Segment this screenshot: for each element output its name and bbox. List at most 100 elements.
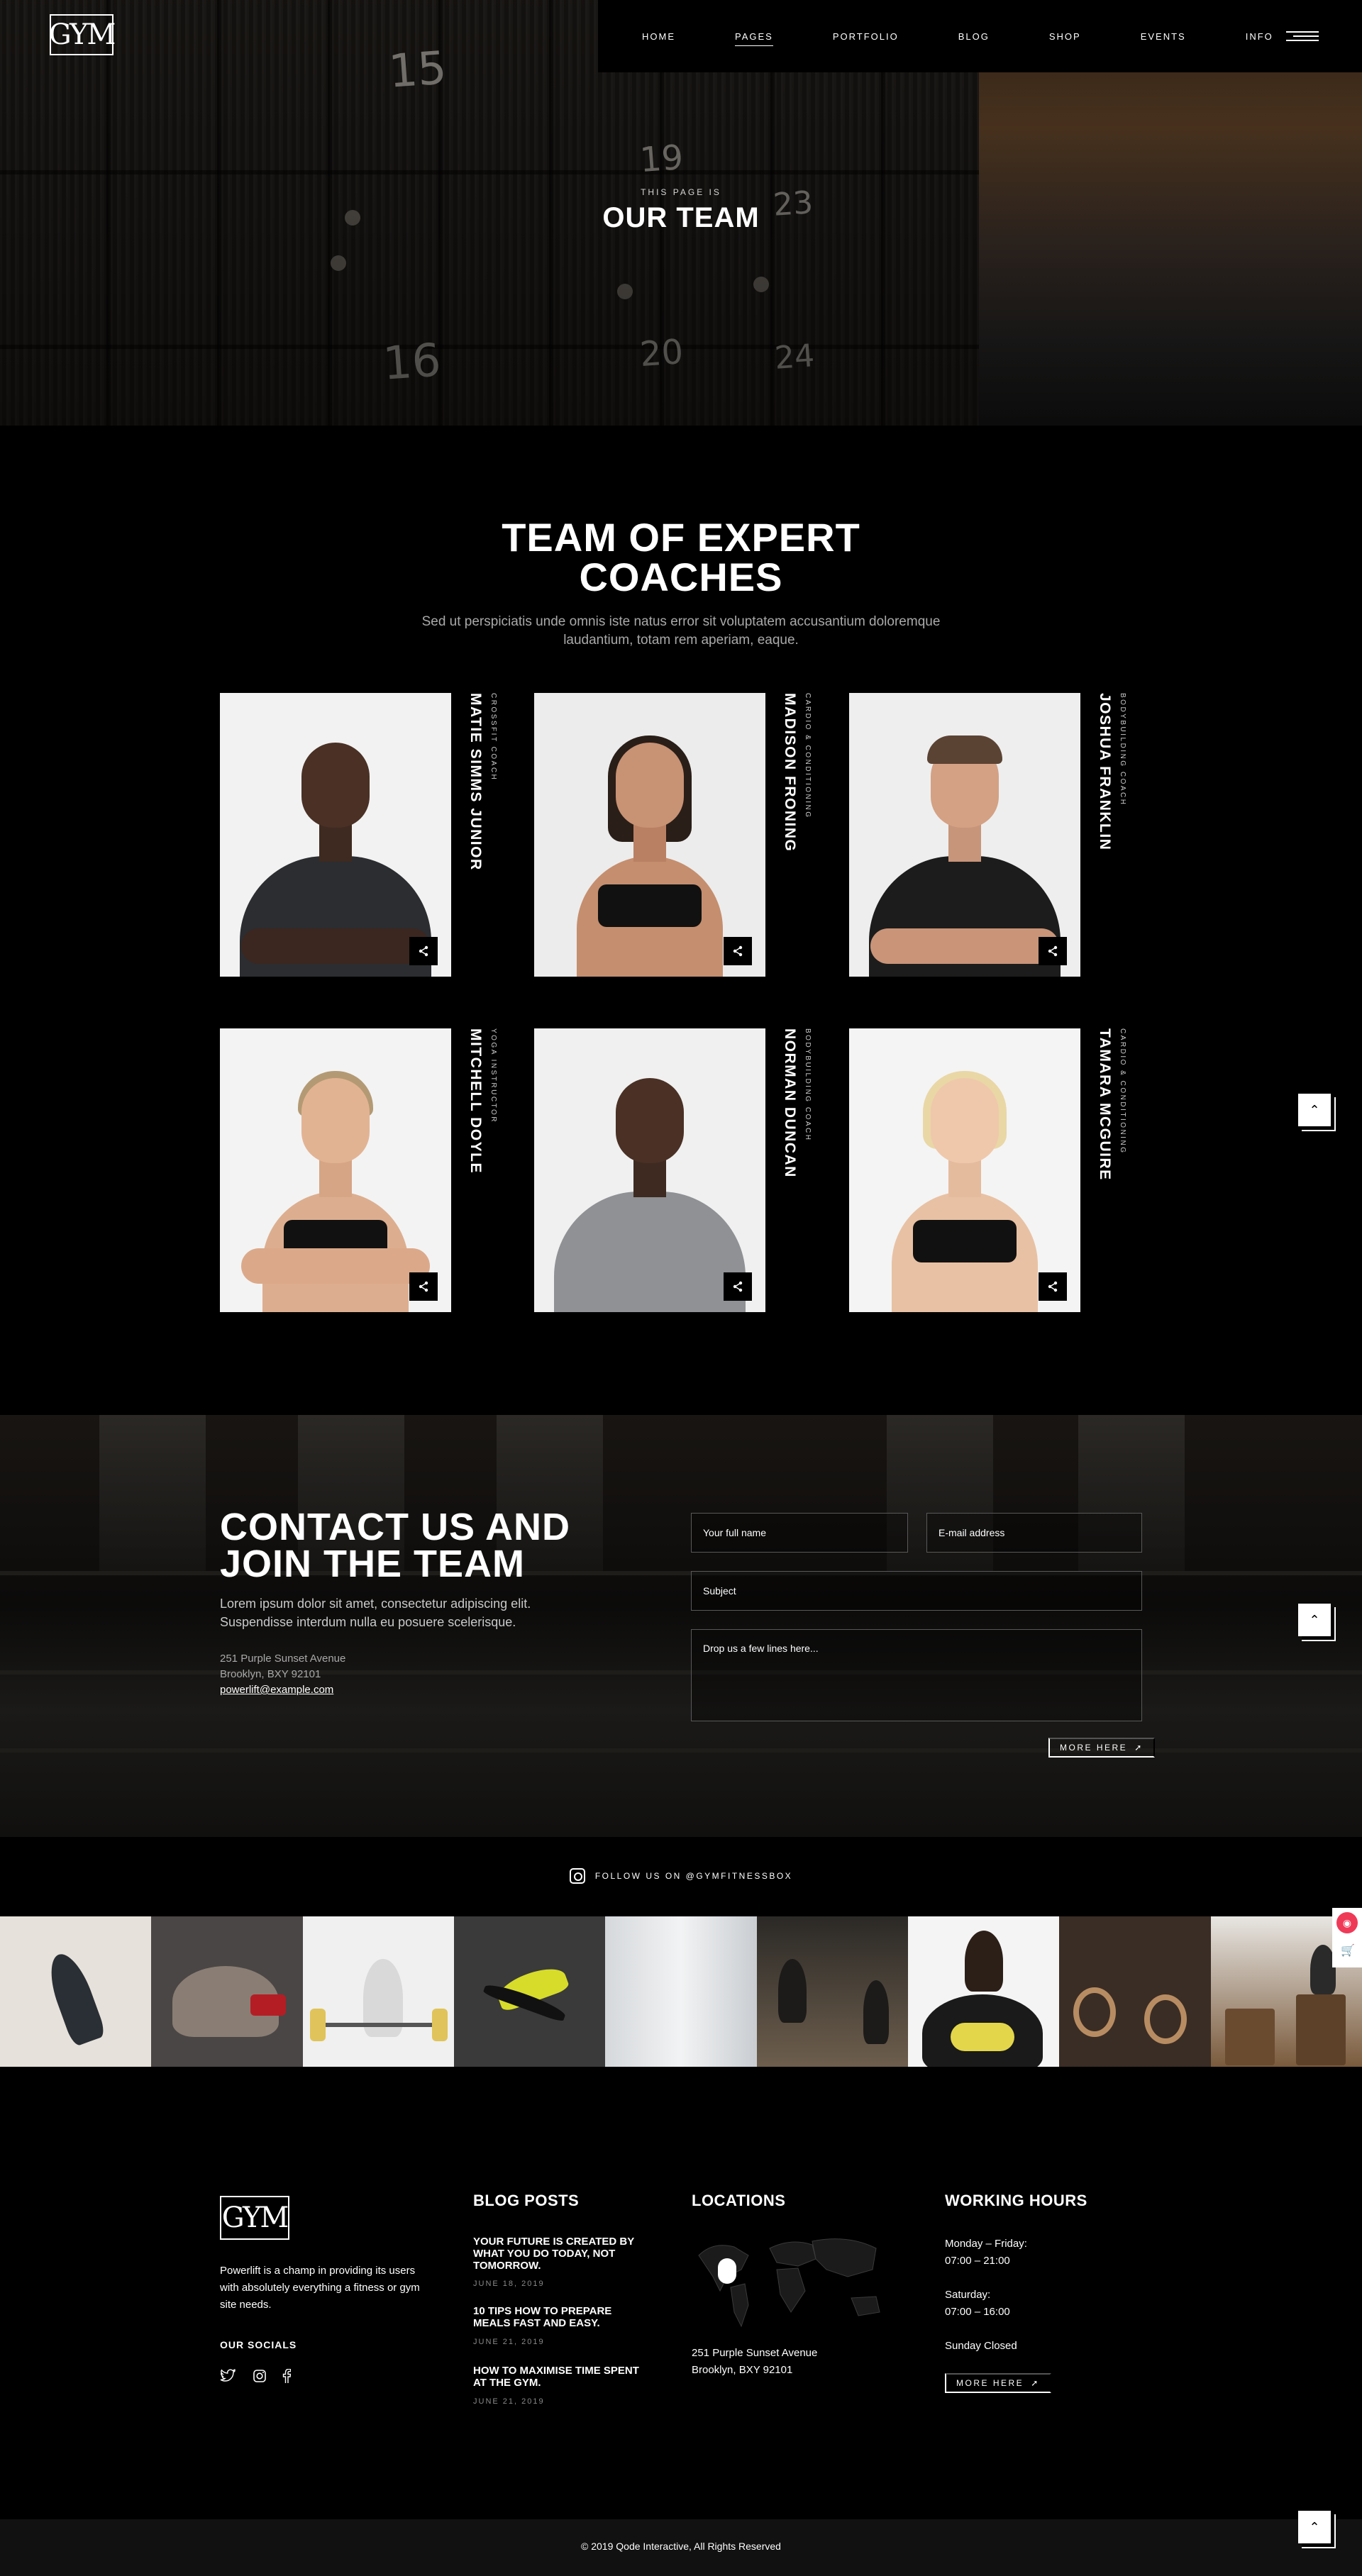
team-card[interactable]: MATIE SIMMS JUNIOR CROSSFIT COACH xyxy=(220,693,504,977)
menu-icon[interactable] xyxy=(1285,31,1319,41)
team-member-role: CROSSFIT COACH xyxy=(489,693,497,782)
nav-pages[interactable]: PAGES xyxy=(705,31,803,46)
contact-section xyxy=(0,1415,1362,1837)
subject-input[interactable] xyxy=(691,1571,1142,1611)
team-member-name[interactable]: MADISON FRONING xyxy=(781,693,798,852)
blog-post-date: JUNE 21, 2019 xyxy=(473,2397,545,2406)
team-member-role: YOGA INSTRUCTOR xyxy=(489,1028,497,1123)
team-card[interactable]: JOSHUA FRANKLIN BODYBUILDING COACH xyxy=(849,693,1133,977)
submit-button[interactable]: MORE HERE ➚ xyxy=(1048,1738,1155,1758)
figure xyxy=(616,1078,684,1163)
contact-text: Lorem ipsum dolor sit amet, consectetur … xyxy=(220,1597,531,1629)
figure xyxy=(964,1931,1003,1992)
arrow-up-icon: ⌃ xyxy=(1309,1612,1320,1627)
page-title: OUR TEAM xyxy=(602,202,760,233)
figure xyxy=(311,2023,446,2027)
figure xyxy=(598,884,702,927)
share-button[interactable] xyxy=(724,1272,752,1301)
instagram-photo[interactable] xyxy=(453,1916,606,2067)
contact-overlay xyxy=(0,1415,1362,1837)
contact-email-link[interactable]: powerlift@example.com xyxy=(220,1684,333,1696)
twitter-icon[interactable] xyxy=(220,2368,236,2387)
blog-post-link[interactable]: 10 TIPS HOW TO PREPARE MEALS FAST AND EA… xyxy=(473,2305,650,2329)
figure xyxy=(250,1994,287,2016)
instagram-photo[interactable] xyxy=(756,1916,908,2067)
share-button[interactable] xyxy=(1039,937,1067,965)
site-logo[interactable]: GYM xyxy=(49,14,116,55)
nav-blog[interactable]: BLOG xyxy=(929,31,1019,42)
hours-sunday: Sunday Closed xyxy=(945,2340,1017,2352)
message-textarea[interactable] xyxy=(691,1629,1142,1721)
team-card[interactable]: MADISON FRONING CARDIO & CONDITIONING xyxy=(534,693,818,977)
instagram-icon[interactable] xyxy=(253,2369,267,2387)
contact-title-line1: CONTACT US AND xyxy=(220,1506,570,1548)
nav-home[interactable]: HOME xyxy=(598,31,705,42)
team-member-photo xyxy=(534,693,765,977)
instagram-photo[interactable] xyxy=(907,1916,1060,2067)
back-to-top-button[interactable]: ⌃ xyxy=(1298,1094,1331,1126)
instagram-follow-label: FOLLOW US ON @GYMFITNESSBOX xyxy=(594,1871,793,1881)
map-pin-icon[interactable] xyxy=(718,2258,736,2284)
instagram-gallery xyxy=(0,1916,1362,2067)
figure xyxy=(431,2009,448,2041)
team-card[interactable]: TAMARA MCGUIRE CARDIO & CONDITIONING xyxy=(849,1028,1133,1312)
arrow-icon: ➚ xyxy=(1134,1743,1144,1753)
blog-post-link[interactable]: YOUR FUTURE IS CREATED BY WHAT YOU DO TO… xyxy=(473,2236,650,2272)
share-button[interactable] xyxy=(724,937,752,965)
instagram-photo[interactable] xyxy=(605,1916,757,2067)
share-button[interactable] xyxy=(409,937,438,965)
instagram-photo[interactable] xyxy=(151,1916,303,2067)
more-here-button[interactable]: MORE HERE ➚ xyxy=(945,2373,1051,2393)
more-here-label: MORE HERE xyxy=(956,2378,1024,2388)
share-icon xyxy=(419,945,428,957)
team-member-photo xyxy=(534,1028,765,1312)
team-member-role: CARDIO & CONDITIONING xyxy=(1119,1028,1126,1155)
figure xyxy=(863,1980,889,2044)
instagram-photo[interactable] xyxy=(1059,1916,1211,2067)
figure xyxy=(777,1959,807,2023)
figure xyxy=(42,1948,107,2048)
email-input[interactable] xyxy=(926,1513,1142,1553)
figure xyxy=(1224,2009,1275,2065)
instagram-follow[interactable]: FOLLOW US ON @GYMFITNESSBOX xyxy=(0,1868,1362,1884)
team-member-name[interactable]: TAMARA MCGUIRE xyxy=(1096,1028,1113,1181)
figure xyxy=(1144,1994,1187,2044)
cart-icon[interactable]: 🛒 xyxy=(1341,1943,1355,1958)
share-button[interactable] xyxy=(1039,1272,1067,1301)
instagram-photo[interactable] xyxy=(0,1916,152,2067)
hero-subtitle: THIS PAGE IS xyxy=(641,187,721,197)
team-member-name[interactable]: MITCHELL DOYLE xyxy=(467,1028,484,1174)
team-intro: Sed ut perspiciatis unde omnis iste natu… xyxy=(421,614,941,648)
figure xyxy=(950,2023,1014,2051)
socials-title: OUR SOCIALS xyxy=(220,2339,297,2350)
nav-events[interactable]: EVENTS xyxy=(1111,31,1216,42)
nav-shop[interactable]: SHOP xyxy=(1019,31,1111,42)
footer-about: Powerlift is a champ in providing its us… xyxy=(220,2265,420,2311)
full-name-input[interactable] xyxy=(691,1513,908,1553)
team-member-name[interactable]: JOSHUA FRANKLIN xyxy=(1096,693,1113,850)
figure xyxy=(241,1248,430,1284)
share-icon xyxy=(733,1281,743,1292)
share-icon xyxy=(419,1281,428,1292)
arrow-icon: ➚ xyxy=(1031,2378,1040,2388)
share-button[interactable] xyxy=(409,1272,438,1301)
instagram-photo[interactable] xyxy=(302,1916,454,2067)
team-card[interactable]: NORMAN DUNCAN BODYBUILDING COACH xyxy=(534,1028,818,1312)
back-to-top-button[interactable]: ⌃ xyxy=(1298,1604,1331,1636)
nav-info[interactable]: INFO xyxy=(1216,31,1273,42)
figure xyxy=(309,2009,326,2041)
facebook-icon[interactable] xyxy=(282,2368,292,2387)
team-member-name[interactable]: NORMAN DUNCAN xyxy=(781,1028,798,1178)
team-member-photo xyxy=(849,1028,1080,1312)
team-card[interactable]: MITCHELL DOYLE YOGA INSTRUCTOR xyxy=(220,1028,504,1312)
nav-portfolio[interactable]: PORTFOLIO xyxy=(803,31,929,42)
team-member-name[interactable]: MATIE SIMMS JUNIOR xyxy=(467,693,484,871)
back-to-top-button[interactable]: ⌃ xyxy=(1298,2511,1331,2543)
settings-icon[interactable]: ◉ xyxy=(1336,1912,1358,1933)
copyright: © 2019 Qode Interactive, All Rights Rese… xyxy=(581,2541,781,2552)
figure xyxy=(913,1220,1017,1262)
figure xyxy=(616,743,684,828)
figure xyxy=(931,1078,999,1163)
blog-post-link[interactable]: HOW TO MAXIMISE TIME SPENT AT THE GYM. xyxy=(473,2365,650,2389)
footer-logo[interactable]: GYM xyxy=(220,2196,289,2240)
